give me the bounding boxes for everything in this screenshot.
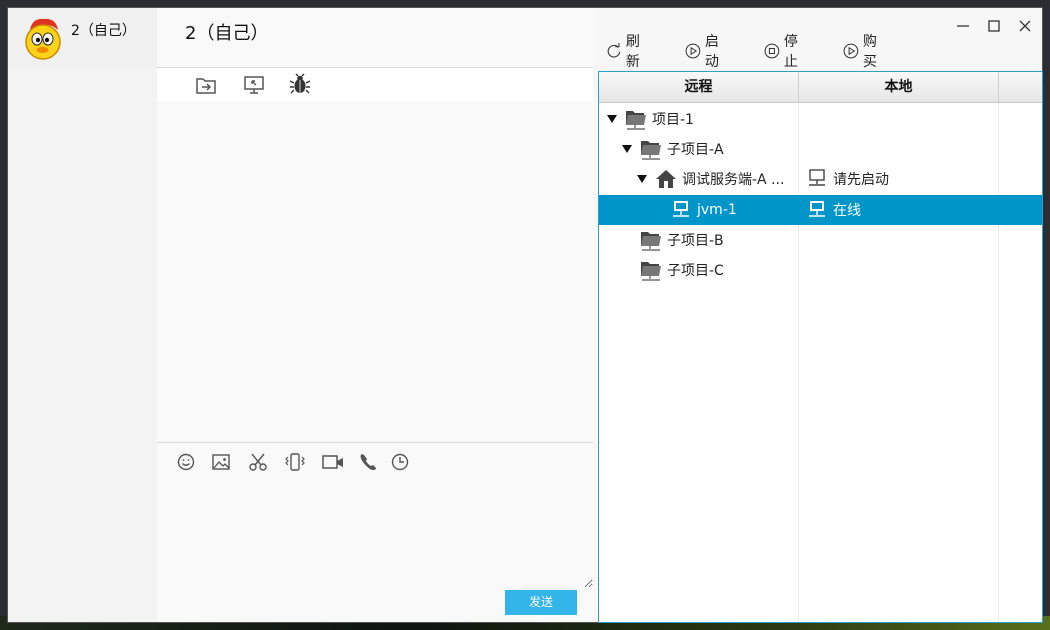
tree-row[interactable]: 子项目-A (599, 134, 1042, 164)
message-input[interactable] (157, 478, 593, 588)
bug-icon[interactable] (289, 73, 311, 95)
expand-arrow-icon[interactable] (637, 175, 647, 183)
tree-cell-remote: 子项目-A (622, 134, 724, 164)
local-status: 在线 (833, 203, 861, 219)
refresh-button[interactable]: 刷新 (606, 34, 646, 70)
contact-item[interactable]: 2（自己） (8, 8, 157, 68)
play-icon (685, 43, 701, 59)
home-icon (656, 170, 676, 188)
tree-cell-remote: 子项目-C (639, 255, 724, 285)
start-button[interactable]: 启动 (685, 34, 725, 70)
tree-cell-remote: 调试服务端-A ... (637, 164, 784, 194)
folder-transfer-icon[interactable] (195, 74, 217, 96)
tree-label: 子项目-B (667, 233, 724, 249)
tree-cell-remote: jvm-1 (669, 195, 737, 225)
tree-cell-local: 请先启动 (805, 164, 889, 194)
tree-row[interactable]: 调试服务端-A ... 请先启动 (599, 164, 1042, 194)
image-icon[interactable] (210, 451, 232, 473)
remote-desktop-icon[interactable] (243, 74, 265, 96)
video-call-icon[interactable] (321, 451, 345, 473)
refresh-icon (607, 43, 621, 58)
play-icon (843, 43, 859, 59)
send-button[interactable]: 发送 (505, 590, 577, 615)
tree-row-selected[interactable]: jvm-1 在线 (599, 195, 1042, 225)
avatar (25, 18, 61, 60)
tree-table: 远程 本地 项目-1 子项目-A 调试服务端-A ... 请先启动 jvm-1 … (598, 71, 1043, 623)
close-icon[interactable] (1016, 17, 1034, 35)
table-header: 远程 本地 (599, 72, 1042, 103)
history-icon[interactable] (389, 451, 411, 473)
computer-icon (809, 201, 825, 217)
divider (157, 442, 593, 443)
expand-arrow-icon[interactable] (607, 115, 617, 123)
refresh-label: 刷新 (625, 34, 640, 70)
tree-row[interactable]: 子项目-B (599, 225, 1042, 255)
contact-name: 2（自己） (71, 23, 136, 39)
network-folder-icon (641, 262, 661, 281)
column-header-local[interactable]: 本地 (799, 72, 999, 102)
tree-row[interactable]: 子项目-C (599, 255, 1042, 285)
stop-label: 停止 (783, 34, 798, 70)
scissors-icon[interactable] (247, 451, 269, 473)
network-folder-icon (626, 111, 646, 130)
computer-icon (809, 169, 825, 186)
tree-label: jvm-1 (697, 202, 737, 218)
message-area (157, 101, 593, 441)
tree-cell-local: 在线 (805, 195, 861, 225)
tree-label: 子项目-A (667, 142, 724, 158)
start-label: 启动 (704, 34, 719, 70)
chat-panel: 2（自己） 发送 (157, 8, 593, 622)
emoji-icon[interactable] (175, 451, 197, 473)
input-toolbar (157, 448, 593, 476)
column-header-remote[interactable]: 远程 (599, 72, 799, 102)
buy-button[interactable]: 购买 (843, 34, 883, 70)
stop-icon (764, 43, 780, 59)
buy-label: 购买 (862, 34, 877, 70)
tree-row[interactable]: 项目-1 (599, 104, 1042, 134)
tree-cell-remote: 项目-1 (607, 104, 694, 134)
local-status: 请先启动 (833, 172, 889, 188)
maximize-icon[interactable] (985, 17, 1003, 35)
tree-label: 项目-1 (652, 112, 694, 128)
chat-title: 2（自己） (185, 23, 269, 44)
network-folder-icon (641, 232, 661, 251)
contact-list: 2（自己） (8, 8, 157, 622)
vibrate-icon[interactable] (284, 451, 306, 473)
stop-button[interactable]: 停止 (764, 34, 804, 70)
app-window: 2（自己） 2（自己） 发送 刷新 启动 停止 购买 远程 本地 项目-1 子项… (8, 8, 1043, 623)
tree-cell-remote: 子项目-B (639, 225, 724, 255)
expand-arrow-icon[interactable] (622, 145, 632, 153)
computer-icon (673, 201, 689, 217)
chat-toolbar (157, 68, 593, 101)
phone-icon[interactable] (357, 451, 379, 473)
minimize-icon[interactable] (954, 17, 972, 35)
tree-label: 子项目-C (667, 263, 724, 279)
tree-label: 调试服务端-A ... (682, 172, 785, 188)
network-folder-icon (641, 141, 661, 160)
